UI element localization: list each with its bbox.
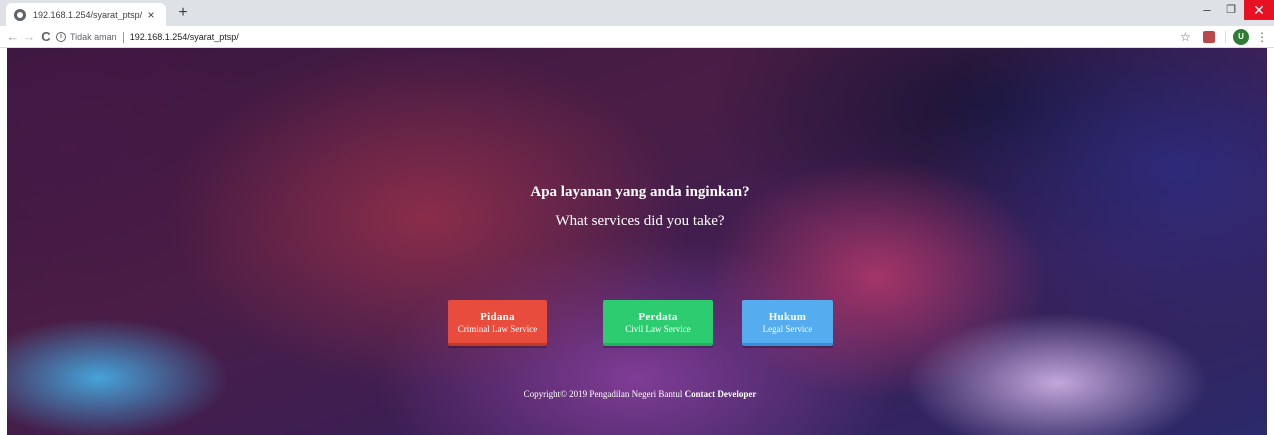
perdata-button[interactable]: Perdata Civil Law Service	[603, 300, 713, 346]
browser-tab[interactable]: 192.168.1.254/syarat_ptsp/ ×	[6, 3, 166, 26]
tab-title: 192.168.1.254/syarat_ptsp/	[33, 9, 143, 20]
page-background: Apa layanan yang anda inginkan? What ser…	[7, 48, 1267, 435]
contact-developer-link[interactable]: Contact Developer	[685, 389, 757, 399]
pidana-title: Pidana	[480, 311, 515, 323]
perdata-title: Perdata	[638, 311, 678, 323]
copyright-text: Copyright© 2019 Pengadilan Negeri Bantul	[523, 389, 685, 399]
tab-strip: 192.168.1.254/syarat_ptsp/ × + – ❐ ✕	[0, 0, 1274, 26]
perdata-subtitle: Civil Law Service	[625, 324, 691, 334]
footer: Copyright© 2019 Pengadilan Negeri Bantul…	[7, 389, 1267, 399]
address-separator	[122, 31, 124, 43]
profile-icon[interactable]: U	[1233, 29, 1249, 45]
menu-icon[interactable]: ⋮	[1256, 29, 1268, 45]
pidana-button[interactable]: Pidana Criminal Law Service	[448, 300, 547, 346]
close-window-button[interactable]: ✕	[1244, 0, 1274, 20]
address-bar[interactable]: i Tidak aman 192.168.1.254/syarat_ptsp/	[56, 28, 1156, 46]
new-tab-button[interactable]: +	[172, 3, 194, 23]
extension-icon[interactable]	[1203, 31, 1215, 43]
url-text[interactable]: 192.168.1.254/syarat_ptsp/	[130, 32, 239, 42]
page-heading: Apa layanan yang anda inginkan?	[530, 184, 750, 200]
hukum-title: Hukum	[768, 311, 807, 323]
maximize-button[interactable]: ❐	[1216, 0, 1246, 20]
browser-toolbar: ← → C i Tidak aman 192.168.1.254/syarat_…	[0, 26, 1274, 48]
star-icon[interactable]: ☆	[1180, 29, 1191, 45]
favicon-icon	[14, 8, 26, 21]
tab-close-icon[interactable]: ×	[144, 8, 158, 22]
pidana-subtitle: Criminal Law Service	[457, 324, 538, 334]
forward-icon[interactable]: →	[20, 28, 38, 46]
reload-icon[interactable]: C	[37, 28, 55, 46]
security-label: Tidak aman	[70, 32, 117, 42]
hukum-subtitle: Legal Service	[762, 324, 813, 334]
page-subheading: What services did you take?	[555, 213, 725, 229]
toolbar-separator	[1225, 31, 1226, 43]
hukum-button[interactable]: Hukum Legal Service	[742, 300, 833, 346]
info-icon[interactable]: i	[56, 32, 66, 42]
